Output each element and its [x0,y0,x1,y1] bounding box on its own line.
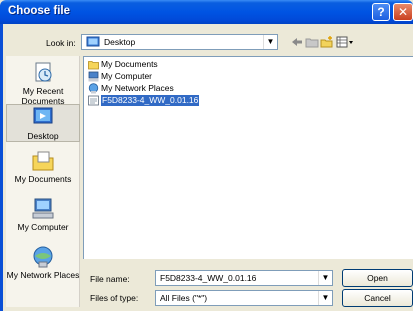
chevron-down-icon[interactable]: ▼ [318,291,332,305]
place-desktop[interactable]: Desktop [6,104,80,142]
file-name: My Documents [101,59,158,69]
desktop-icon [33,107,53,124]
file-type-dropdown[interactable]: All Files ("*") ▼ [155,290,333,306]
file-name-value: F5D8233-4_WW_0.01.16 [160,273,257,283]
place-my-documents[interactable]: My Documents [6,148,80,184]
back-icon[interactable] [290,35,304,49]
chevron-down-icon[interactable]: ▼ [263,35,277,49]
computer-icon [88,71,99,82]
chevron-down-icon[interactable]: ▼ [318,271,332,285]
help-button[interactable]: ? [372,3,390,21]
desktop-small-icon [86,36,100,47]
place-label: My Network Places [6,270,80,280]
look-in-dropdown[interactable]: Desktop ▼ [81,34,278,50]
file-name: F5D8233-4_WW_0.01.16 [101,95,200,106]
network-icon [88,83,99,94]
file-name: My Network Places [101,83,174,93]
close-button[interactable]: ✕ [393,3,413,21]
place-label: My Recent Documents [21,86,65,106]
folder-icon [88,61,99,70]
place-label: My Computer [17,222,69,232]
cancel-button[interactable]: Cancel [342,289,413,307]
file-type-label: Files of type: [90,293,139,303]
file-name-input[interactable]: F5D8233-4_WW_0.01.16 ▼ [155,270,333,286]
view-menu-icon[interactable] [336,35,354,49]
up-folder-icon[interactable] [305,35,319,49]
window-title: Choose file [8,5,70,17]
window-frame-left [0,24,3,311]
place-recent-documents[interactable]: My Recent Documents [6,60,80,106]
recent-documents-icon [35,62,52,82]
my-computer-icon [32,198,54,219]
my-documents-icon [32,151,54,171]
file-icon [88,95,99,106]
place-label: My Documents [14,174,72,184]
file-name-label: File name: [90,274,130,284]
place-my-computer[interactable]: My Computer [6,196,80,232]
place-network-places[interactable]: My Network Places [6,244,80,280]
title-bar[interactable]: Choose file ? ✕ [0,0,413,24]
place-label: Desktop [27,131,59,141]
file-type-value: All Files ("*") [160,293,208,303]
look-in-value: Desktop [104,37,136,47]
places-bar: My Recent Documents Desktop My Documents… [6,56,80,307]
new-folder-icon[interactable] [320,35,334,49]
file-name: My Computer [101,71,153,81]
open-button[interactable]: Open [342,269,413,287]
file-list[interactable]: My Documents My Computer My Network Plac… [83,56,413,259]
look-in-label: Look in: [46,38,76,48]
network-places-icon [33,246,53,268]
